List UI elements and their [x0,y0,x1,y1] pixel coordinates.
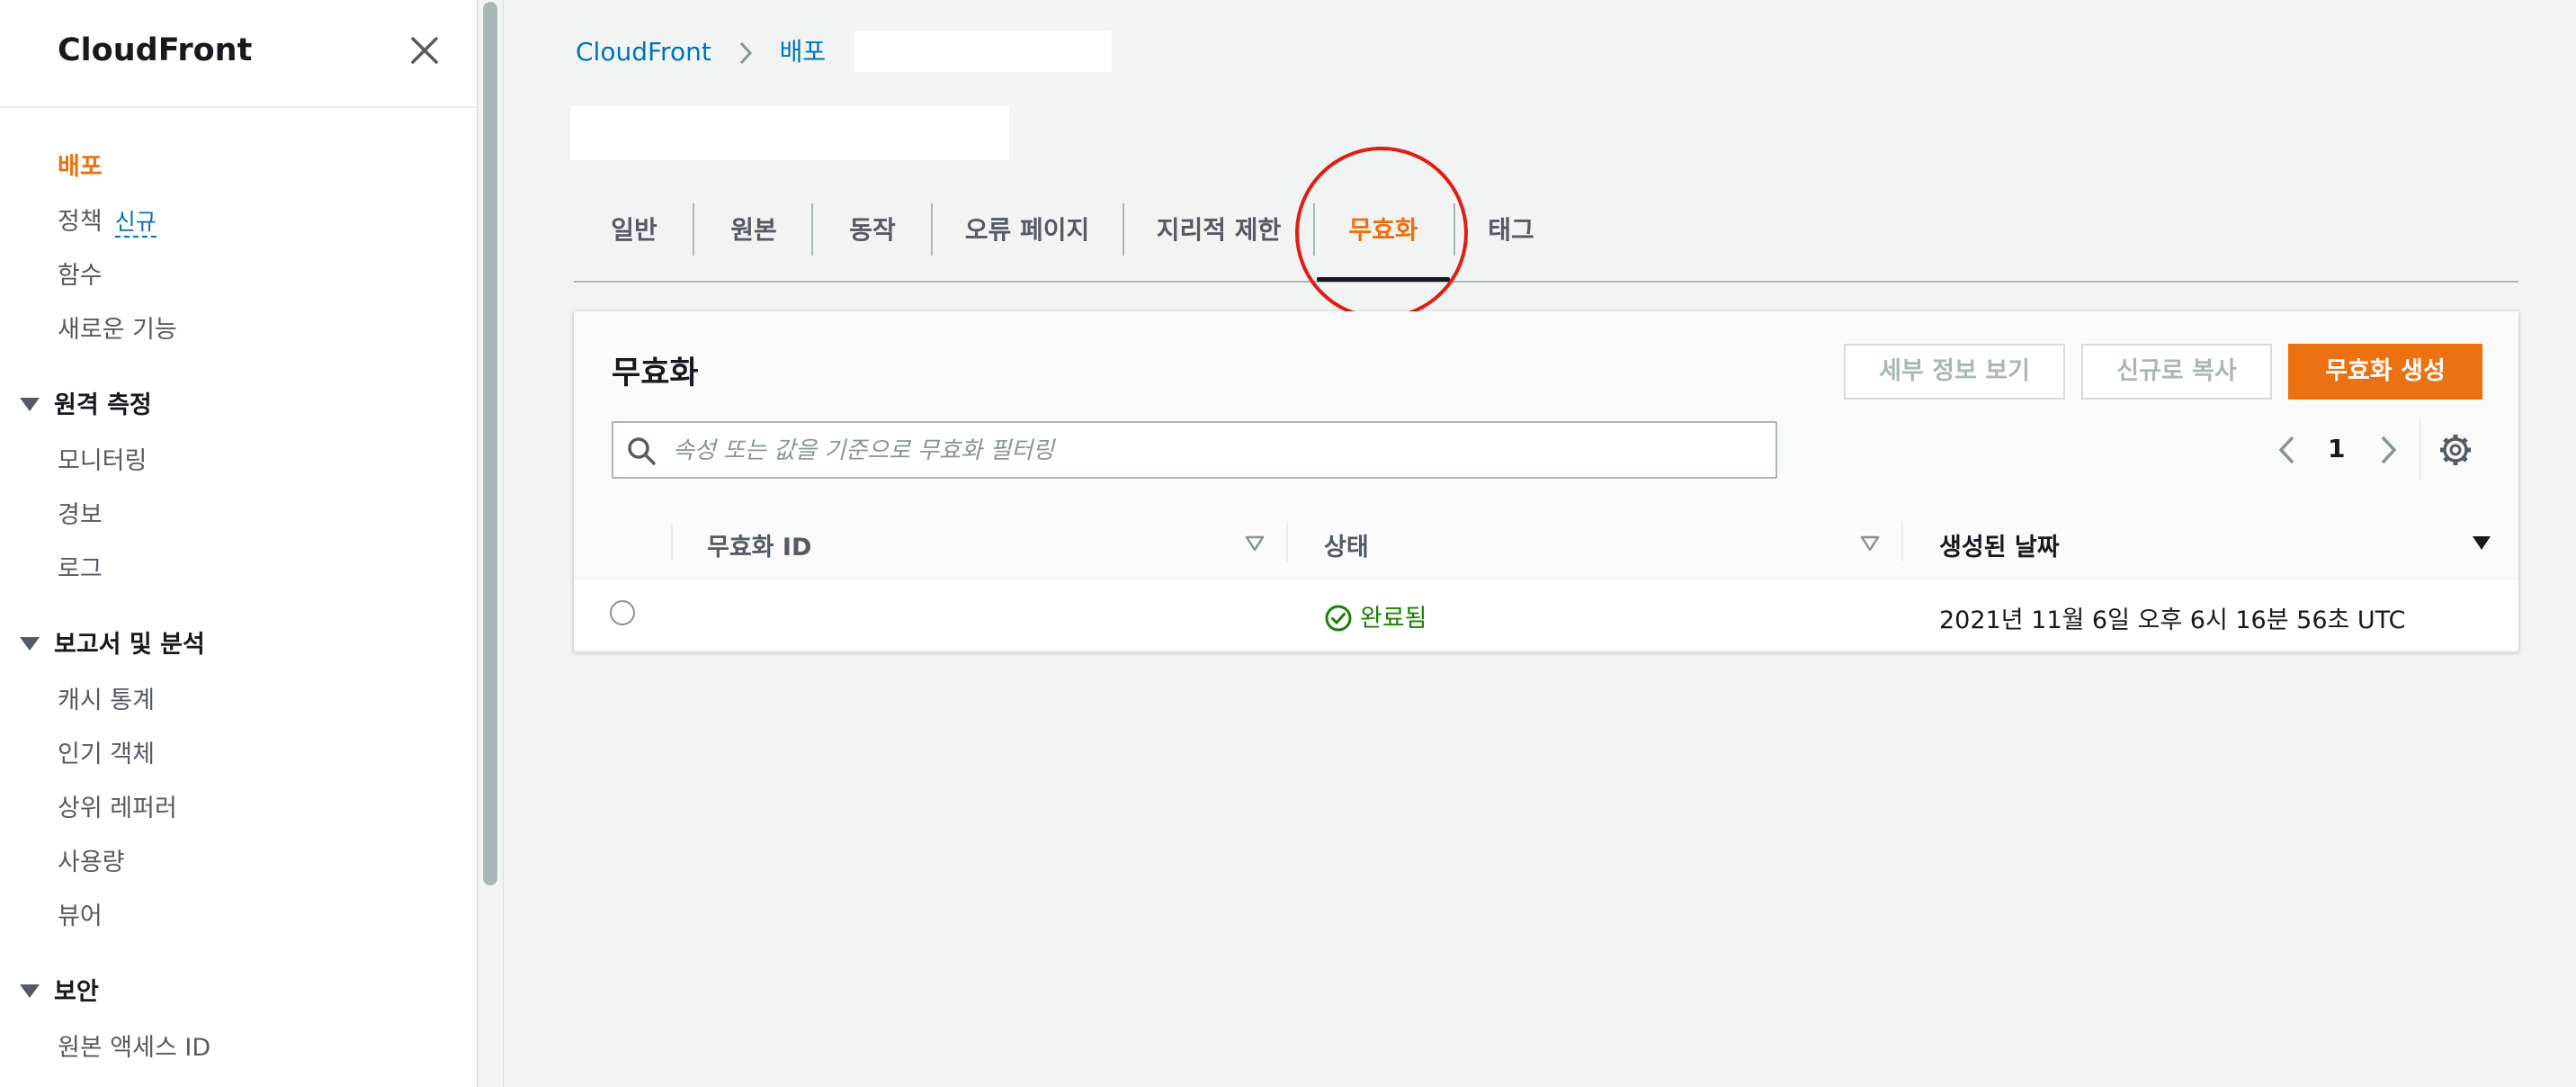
sidebar-section-reports[interactable]: 보고서 및 분석 [20,624,205,660]
tab-error-pages[interactable]: 오류 페이지 [932,198,1123,279]
view-details-button[interactable]: 세부 정보 보기 [1844,344,2065,400]
chevron-right-icon [739,41,752,65]
sidebar-header: CloudFront [0,0,477,108]
section-label: 원격 측정 [54,391,152,419]
sidebar-item-viewers[interactable]: 뷰어 [58,896,103,931]
breadcrumb-cloudfront[interactable]: CloudFront [576,37,711,67]
sidebar-section-telemetry[interactable]: 원격 측정 [20,385,152,420]
sidebar-section-security[interactable]: 보안 [20,972,99,1007]
sidebar-item-origin-access-id[interactable]: 원본 액세스 ID [58,1028,210,1063]
breadcrumb: CloudFront 배포 [576,32,886,68]
chevron-right-icon[interactable] [2373,432,2403,468]
sidebar-item-whats-new[interactable]: 새로운 기능 [58,310,177,345]
sort-descending-icon[interactable] [2470,531,2493,554]
column-divider [1286,524,1288,561]
status-text: 완료됨 [1360,605,1427,633]
section-label: 보안 [54,978,99,1006]
page-title-redacted [570,106,1009,160]
sort-icon[interactable] [1243,531,1266,554]
check-circle-icon [1325,605,1352,631]
sidebar-item-functions[interactable]: 함수 [58,256,103,291]
tab-geo-restrictions[interactable]: 지리적 제한 [1124,198,1313,279]
sidebar: CloudFront 배포 정책 신규 함수 새로운 기능 원격 측정 모니터링 … [0,0,478,1087]
sidebar-item-popular-objects[interactable]: 인기 객체 [58,734,155,769]
highlight-circle [1295,147,1468,319]
breadcrumb-current-redacted [854,31,1112,72]
create-invalidation-button[interactable]: 무효화 생성 [2288,344,2482,400]
column-header-created-date[interactable]: 생성된 날짜 [1939,527,2060,562]
status-cell: 완료됨 [1324,598,1427,634]
search-input[interactable] [671,432,1754,470]
sidebar-item-usage[interactable]: 사용량 [58,842,125,877]
search-icon [628,437,656,465]
caret-down-icon [20,398,40,411]
sidebar-item-label: 정책 [58,208,103,236]
tab-bar: 일반 원본 동작 오류 페이지 지리적 제한 무효화 태그 [574,198,2518,283]
column-header-status[interactable]: 상태 [1324,527,1369,562]
invalidations-panel: 무효화 세부 정보 보기 신규로 복사 무효화 생성 1 무효화 ID [574,311,2518,652]
sidebar-item-top-referrers[interactable]: 상위 레퍼러 [58,788,177,823]
row-select-radio[interactable] [610,600,635,625]
section-label: 보고서 및 분석 [54,631,205,659]
chevron-left-icon[interactable] [2272,432,2303,468]
caret-down-icon [20,984,40,998]
tab-origins[interactable]: 원본 [694,198,813,279]
page-number[interactable]: 1 [2328,434,2345,463]
sidebar-title: CloudFront [58,32,253,68]
tab-general[interactable]: 일반 [574,198,694,279]
panel-header: 무효화 세부 정보 보기 신규로 복사 무효화 생성 1 [574,311,2518,508]
breadcrumb-distributions[interactable]: 배포 [780,37,827,67]
tab-tags[interactable]: 태그 [1455,198,1567,279]
created-date-cell: 2021년 11월 6일 오후 6시 16분 56초 UTC [1939,606,2406,634]
close-icon[interactable] [405,31,444,70]
table-row[interactable]: 완료됨 2021년 11월 6일 오후 6시 16분 56초 UTC [574,579,2518,652]
sort-icon[interactable] [1858,531,1882,554]
tab-behaviors[interactable]: 동작 [813,198,932,279]
sidebar-item-cache-stats[interactable]: 캐시 통계 [58,680,155,715]
pager-divider [2419,419,2421,481]
panel-title: 무효화 [612,355,699,391]
sidebar-item-policies[interactable]: 정책 신규 [58,202,157,238]
gear-icon[interactable] [2437,432,2473,468]
column-divider [1901,524,1903,561]
table-header: 무효화 ID 상태 생성된 날짜 [574,508,2518,579]
search-box [612,421,1777,479]
copy-to-new-button[interactable]: 신규로 복사 [2081,344,2272,400]
sidebar-item-distributions[interactable]: 배포 [58,147,103,182]
sidebar-item-logs[interactable]: 로그 [58,549,103,584]
sidebar-scrollbar-thumb[interactable] [483,2,497,885]
new-badge: 신규 [114,209,157,238]
sidebar-item-monitoring[interactable]: 모니터링 [58,441,147,476]
column-header-invalidation-id[interactable]: 무효화 ID [707,527,811,562]
column-divider [671,524,673,561]
sidebar-item-alarms[interactable]: 경보 [58,495,103,530]
caret-down-icon [20,637,40,651]
